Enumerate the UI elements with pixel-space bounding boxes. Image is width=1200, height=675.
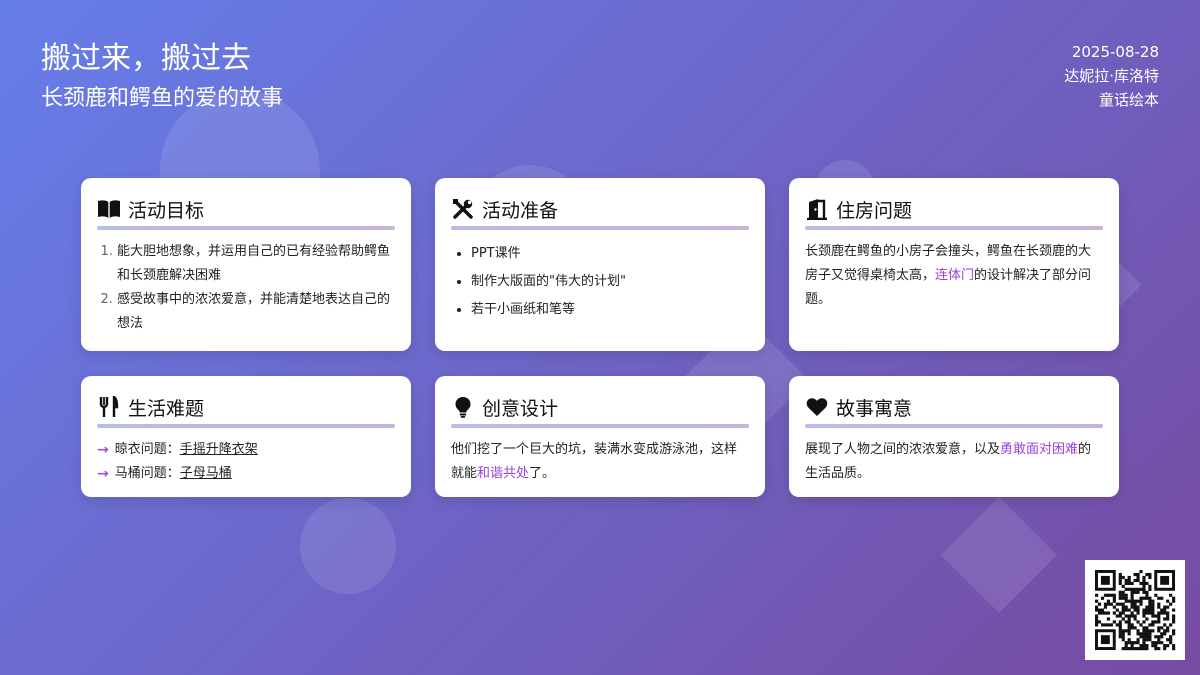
page-subtitle: 长颈鹿和鳄鱼的爱的故事 <box>41 86 284 111</box>
card-title: 活动准备 <box>482 199 559 222</box>
card-creative-design: 创意设计 他们挖了一个巨大的坑，装满水变成游泳池，这样就能和谐共处了。 <box>435 376 765 497</box>
solution-text: 子母马桶 <box>179 466 232 481</box>
creative-text: 他们挖了一个巨大的坑，装满水变成游泳池，这样就能和谐共处了。 <box>451 442 738 481</box>
solution-text: 手摇升降衣架 <box>179 442 258 457</box>
list-item: PPT课件 <box>471 240 749 268</box>
page-title: 搬过来，搬过去 <box>41 41 251 76</box>
arrow-right-icon: → <box>97 466 109 482</box>
divider <box>97 424 395 428</box>
utensils-icon <box>97 395 121 419</box>
divider <box>805 226 1103 230</box>
highlight-text: 连体门 <box>935 268 975 283</box>
divider <box>805 424 1103 428</box>
date-label: 2025-08-28 <box>1071 43 1159 61</box>
list-item: → 马桶问题：子母马桶 <box>97 462 395 486</box>
divider <box>451 424 749 428</box>
card-moral: 故事寓意 展现了人物之间的浓浓爱意，以及勇敢面对困难的生活品质。 <box>789 376 1119 497</box>
list-item: → 晾衣问题：手摇升降衣架 <box>97 438 395 462</box>
list-item: 若干小画纸和笔等 <box>471 296 749 324</box>
lightbulb-icon <box>451 395 475 419</box>
card-title: 住房问题 <box>836 199 913 222</box>
card-title: 活动目标 <box>128 199 205 222</box>
divider <box>97 226 395 230</box>
qr-code-icon[interactable] <box>1085 560 1185 660</box>
meta-info: 2025-08-28 达妮拉·库洛特 童话绘本 <box>1064 40 1159 112</box>
card-title: 创意设计 <box>482 397 559 420</box>
card-preparation: 活动准备 PPT课件 制作大版面的"伟大的计划" 若干小画纸和笔等 <box>435 178 765 351</box>
list-item: 感受故事中的浓浓爱意，并能清楚地表达自己的想法 <box>117 288 395 336</box>
arrow-right-icon: → <box>97 442 109 458</box>
highlight-text: 和谐共处 <box>477 466 530 481</box>
list-item: 制作大版面的"伟大的计划" <box>471 268 749 296</box>
card-housing: 住房问题 长颈鹿在鳄鱼的小房子会撞头，鳄鱼在长颈鹿的大房子又觉得桌椅太高，连体门… <box>789 178 1119 351</box>
decor-circle <box>300 498 396 594</box>
highlight-text: 勇敢面对困难 <box>1000 442 1079 457</box>
goals-list: 能大胆地想象，并运用自己的已有经验帮助鳄鱼和长颈鹿解决困难 感受故事中的浓浓爱意… <box>97 240 395 336</box>
divider <box>451 226 749 230</box>
moral-text: 展现了人物之间的浓浓爱意，以及勇敢面对困难的生活品质。 <box>805 442 1092 481</box>
list-item: 能大胆地想象，并运用自己的已有经验帮助鳄鱼和长颈鹿解决困难 <box>117 240 395 288</box>
card-goals: 活动目标 能大胆地想象，并运用自己的已有经验帮助鳄鱼和长颈鹿解决困难 感受故事中… <box>81 178 411 351</box>
decor-diamond <box>941 497 1057 613</box>
door-icon <box>805 197 829 221</box>
housing-text: 长颈鹿在鳄鱼的小房子会撞头，鳄鱼在长颈鹿的大房子又觉得桌椅太高，连体门的设计解决… <box>805 244 1092 307</box>
card-title: 生活难题 <box>128 397 205 420</box>
card-title: 故事寓意 <box>836 397 913 420</box>
header: 搬过来，搬过去 长颈鹿和鳄鱼的爱的故事 <box>41 38 283 114</box>
tools-icon <box>451 197 475 221</box>
category-label: 童话绘本 <box>1098 91 1159 109</box>
prep-list: PPT课件 制作大版面的"伟大的计划" 若干小画纸和笔等 <box>451 240 749 324</box>
author-label: 达妮拉·库洛特 <box>1064 67 1159 85</box>
card-life-problems: 生活难题 → 晾衣问题：手摇升降衣架 → 马桶问题：子母马桶 <box>81 376 411 497</box>
book-open-icon <box>97 197 121 221</box>
heart-icon <box>805 395 829 419</box>
